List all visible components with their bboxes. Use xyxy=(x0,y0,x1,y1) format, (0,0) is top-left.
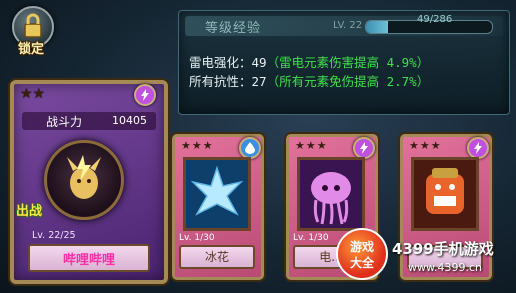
power-value: 10405 xyxy=(112,114,147,127)
watermark-logo: 游戏 大全 xyxy=(336,228,388,280)
power-label: 战斗力 xyxy=(46,115,83,129)
stat-resist: 所有抗性：27（所有元素免伤提高 2.7%） xyxy=(189,71,429,90)
watermark-logo-line2: 大全 xyxy=(349,256,374,270)
pet-card-3-stars: ★★★ xyxy=(409,139,442,152)
lightning-icon xyxy=(134,84,156,106)
main-card-stars: ★★ xyxy=(20,86,46,102)
main-card-level: Lv. 22/25 xyxy=(32,230,76,241)
stat-thunder-bonus: （雷电元素伤害提高 4.9%） xyxy=(266,55,430,70)
stat-resist-bonus: （所有元素免伤提高 2.7%） xyxy=(266,74,430,89)
main-card-name-plate: 哔哩哔哩 xyxy=(28,244,150,272)
main-pet-card[interactable]: ★★ 战斗力 10405 Lv. 22/25 哔哩哔哩 xyxy=(10,80,168,284)
info-panel: 等级经验 LV. 22 49/286 雷电强化：49（雷电元素伤害提高 4.9%… xyxy=(178,10,510,115)
pet-card-1-stars: ★★★ xyxy=(181,139,214,152)
deploy-label: 出战 xyxy=(16,204,43,219)
lock-label: 锁定 xyxy=(17,42,44,57)
exp-title: 等级经验 xyxy=(205,21,262,36)
level-label: LV. 22 xyxy=(333,20,363,31)
pet-card-1-name-plate: 冰花 xyxy=(179,245,255,269)
pet-card-3-portrait xyxy=(411,157,479,231)
watermark-logo-line1: 游戏 xyxy=(349,240,374,254)
pet-card-1-level: Lv. 1/30 xyxy=(179,233,215,243)
pet-card-1-name: 冰花 xyxy=(204,250,229,264)
main-card-name: 哔哩哔哩 xyxy=(62,253,115,268)
watermark-site-name: 4399手机游戏 xyxy=(392,240,494,258)
stat-resist-label: 所有抗性：27 xyxy=(189,74,267,89)
exp-header: 等级经验 LV. 22 xyxy=(185,16,503,36)
pet-portrait xyxy=(44,140,124,220)
pet-card-2-portrait xyxy=(297,157,365,231)
pet-card-2-stars: ★★★ xyxy=(295,139,328,152)
power-row: 战斗力 10405 xyxy=(22,112,156,130)
game-screen: 锁定 等级经验 LV. 22 49/286 雷电强化：49（雷电元素伤害提高 4… xyxy=(0,0,516,293)
lock-button[interactable]: 锁定 xyxy=(6,6,56,60)
lightning-icon xyxy=(353,137,375,159)
stat-thunder: 雷电强化：49（雷电元素伤害提高 4.9%） xyxy=(189,52,429,71)
watermark-url: www.4399.cn xyxy=(408,261,482,274)
lightning-icon xyxy=(467,137,489,159)
water-drop-icon xyxy=(239,137,261,159)
exp-count: 49/286 xyxy=(417,14,453,25)
exp-progress-fill xyxy=(366,21,388,33)
pet-card-2-level: Lv. 1/30 xyxy=(293,233,329,243)
stat-thunder-label: 雷电强化：49 xyxy=(189,55,267,70)
pet-card-1-portrait xyxy=(183,157,251,231)
pet-card-1[interactable]: ★★★ Lv. 1/30 冰花 xyxy=(172,134,264,280)
